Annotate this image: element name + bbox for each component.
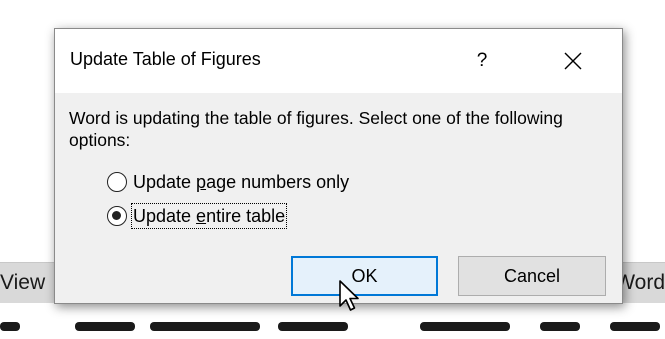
accelerator-key: e	[196, 206, 207, 226]
radio-selected-dot	[112, 211, 121, 220]
update-table-of-figures-dialog: Update Table of Figures ? Word is updati…	[54, 28, 623, 304]
dialog-titlebar[interactable]: Update Table of Figures ?	[55, 29, 622, 93]
dialog-title: Update Table of Figures	[70, 49, 261, 69]
accelerator-key: p	[196, 172, 207, 192]
document-next-line	[0, 320, 665, 339]
close-button[interactable]	[543, 39, 603, 83]
document-text-left: View	[0, 271, 46, 294]
option-label-entire-table: Update entire table	[130, 203, 288, 229]
radio-page-numbers-only[interactable]	[107, 172, 127, 192]
radio-entire-table[interactable]	[107, 206, 127, 226]
option-label-page-numbers: Update page numbers only	[133, 172, 350, 192]
close-icon	[564, 52, 582, 70]
ok-button[interactable]: OK	[291, 256, 438, 296]
dialog-message: Word is updating the table of figures. S…	[69, 108, 563, 150]
help-button[interactable]: ?	[460, 41, 504, 81]
cancel-button[interactable]: Cancel	[458, 256, 606, 296]
